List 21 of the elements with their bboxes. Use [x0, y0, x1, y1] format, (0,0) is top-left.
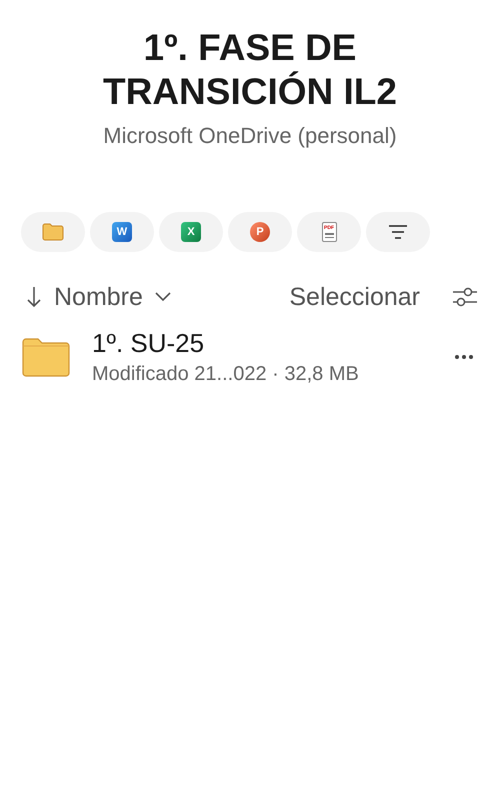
filter-chip[interactable]: P: [228, 212, 292, 252]
down-arrow-icon: [26, 286, 42, 308]
account-subtitle: Microsoft OneDrive (personal): [102, 123, 398, 149]
powerpoint-icon: P: [250, 222, 270, 242]
filter-icon: [388, 225, 408, 239]
chevron-down-icon: [154, 292, 171, 302]
folder-icon: [42, 223, 64, 241]
more-icon[interactable]: [454, 354, 474, 360]
filter-chip[interactable]: [366, 212, 430, 252]
folder-icon: [22, 337, 70, 377]
item-name[interactable]: 1º. SU-25: [92, 328, 359, 359]
filter-chip[interactable]: W: [90, 212, 154, 252]
excel-icon: X: [181, 222, 201, 242]
folder-title: 1º. FASE DE TRANSICIÓN IL2: [102, 26, 398, 114]
item-details: Modificado 21...022 · 32,8 MB: [92, 363, 359, 386]
sort-button[interactable]: Nombre: [26, 282, 171, 312]
select-button[interactable]: Seleccionar: [289, 282, 420, 312]
filter-chip[interactable]: X: [159, 212, 223, 252]
filter-chip[interactable]: [21, 212, 85, 252]
word-icon: W: [112, 222, 132, 242]
settings-icon[interactable]: [452, 286, 478, 308]
